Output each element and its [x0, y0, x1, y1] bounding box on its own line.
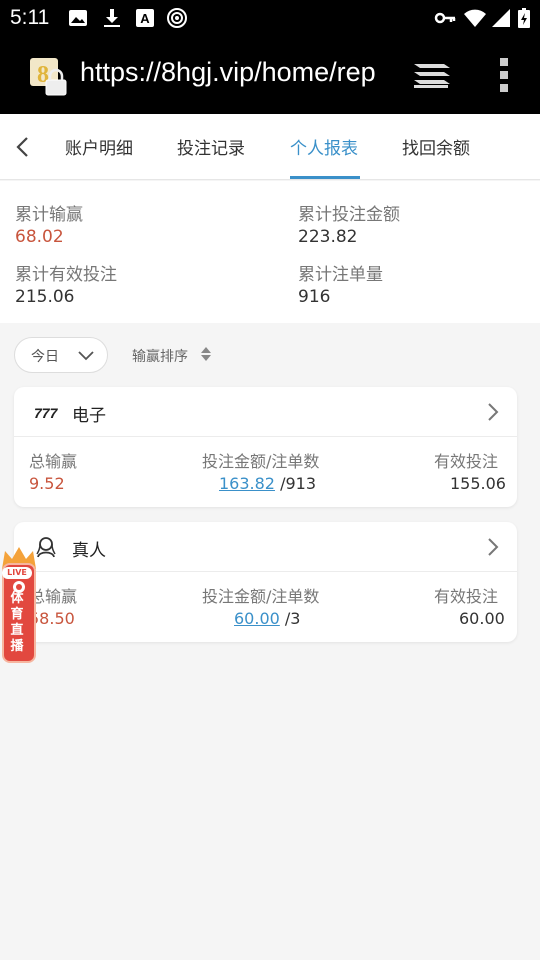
card-title: 电子 [72, 406, 106, 426]
signal-icon [492, 9, 510, 27]
total-win-loss-label: 累计输赢 [15, 205, 83, 225]
active-tab-indicator [290, 176, 360, 179]
key-icon [434, 12, 456, 24]
status-bar: 5:11 A [0, 0, 540, 36]
site-lock-icon[interactable]: 8 [30, 58, 68, 96]
card-header[interactable]: 真人 [14, 522, 517, 572]
valid-bet-value: 155.06 [450, 474, 506, 493]
download-icon [104, 9, 120, 27]
period-dropdown[interactable]: 今日 [14, 337, 108, 373]
total-win-loss-value: 9.52 [29, 474, 65, 493]
tab-bet-records[interactable]: 投注记录 [177, 134, 245, 159]
total-win-loss-value: 68.02 [15, 227, 64, 247]
slot-777-icon: 777 [34, 405, 59, 421]
tab-account-details[interactable]: 账户明细 [65, 134, 133, 159]
bet-amount-link[interactable]: 163.82 [219, 474, 275, 493]
period-label: 今日 [31, 349, 59, 365]
total-bet-amount-label: 累计投注金额 [298, 205, 400, 225]
category-card-live: 真人 总输赢 58.50 投注金额/注单数 60.00 /3 有效投注 60.0… [14, 522, 517, 642]
card-header[interactable]: 777 电子 [14, 387, 517, 437]
hotspot-icon [167, 8, 187, 28]
bet-count: /3 [284, 609, 301, 628]
more-options-icon[interactable] [494, 56, 514, 94]
chevron-right-icon[interactable] [482, 536, 504, 558]
report-tabs: 账户明细 投注记录 个人报表 找回余额 [0, 114, 540, 180]
bet-amount-count-value: 60.00 /3 [234, 609, 300, 628]
bet-amount-count-label: 投注金额/注单数 [202, 452, 320, 471]
sort-icon[interactable] [200, 346, 212, 362]
battery-icon [518, 8, 530, 28]
tab-personal-report[interactable]: 个人报表 [290, 134, 358, 159]
summary-panel: 累计输赢 68.02 累计投注金额 223.82 累计有效投注 215.06 累… [0, 181, 540, 323]
total-valid-bet-value: 215.06 [15, 287, 75, 307]
bet-count: /913 [280, 474, 317, 493]
tabs-menu-icon[interactable] [412, 60, 452, 90]
bet-amount-count-label: 投注金额/注单数 [202, 587, 320, 606]
sort-button[interactable]: 输赢排序 [132, 346, 188, 366]
bet-amount-count-value: 163.82 /913 [219, 474, 316, 493]
image-icon [69, 10, 87, 26]
chevron-down-icon [78, 351, 94, 361]
valid-bet-label: 有效投注 [434, 587, 499, 606]
back-arrow-icon[interactable] [8, 132, 38, 162]
badge-text: 体育直播 [10, 591, 24, 654]
font-icon: A [136, 9, 154, 27]
wifi-icon [464, 9, 486, 27]
bet-amount-link[interactable]: 60.00 [234, 609, 280, 628]
valid-bet-label: 有效投注 [434, 452, 499, 471]
url-text[interactable]: https://8hgj.vip/home/rep [80, 57, 382, 93]
total-bet-count-value: 916 [298, 287, 331, 307]
card-title: 真人 [72, 541, 106, 561]
total-win-loss-label: 总输赢 [29, 452, 78, 471]
svg-text:A: A [140, 11, 150, 26]
valid-bet-value: 60.00 [459, 609, 505, 628]
category-card-electronic: 777 电子 总输赢 9.52 投注金额/注单数 163.82 /913 有效投… [14, 387, 517, 507]
total-bet-count-label: 累计注单量 [298, 265, 383, 285]
address-bar: 8 https://8hgj.vip/home/rep [0, 36, 540, 114]
tab-recover-balance[interactable]: 找回余额 [402, 134, 470, 159]
status-time: 5:11 [10, 6, 50, 29]
chevron-right-icon[interactable] [482, 401, 504, 423]
live-tag: LIVE [2, 567, 32, 579]
total-bet-amount-value: 223.82 [298, 227, 358, 247]
sports-live-badge[interactable]: LIVE 体育直播 [0, 545, 38, 667]
svg-text:777: 777 [34, 405, 59, 421]
total-valid-bet-label: 累计有效投注 [15, 265, 117, 285]
